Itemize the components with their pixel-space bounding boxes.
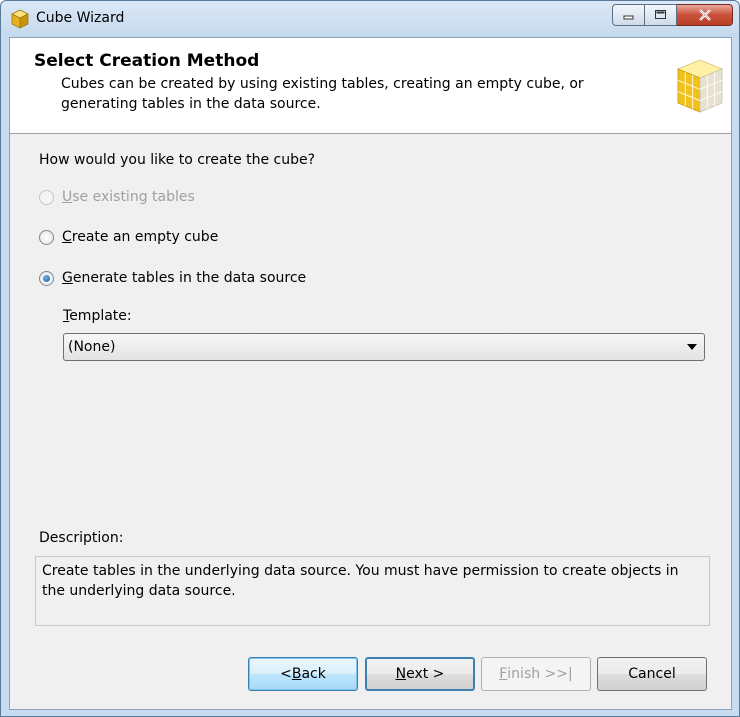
next-button-mnemonic: N — [395, 666, 407, 682]
option-create-empty-cube[interactable]: Create an empty cube — [39, 229, 218, 245]
next-button[interactable]: Next > — [365, 657, 475, 691]
cube-graphic-icon — [676, 59, 724, 113]
dropdown-arrow-icon — [687, 344, 697, 350]
close-icon — [698, 9, 711, 21]
template-label: Template: — [63, 308, 132, 324]
creation-question: How would you like to create the cube? — [39, 152, 316, 168]
finish-button-mnemonic: F — [499, 666, 508, 682]
page-description: Cubes can be created by using existing t… — [61, 76, 584, 112]
minimize-icon — [623, 15, 633, 20]
cube-wizard-window: Cube Wizard Select Creation Method Cubes… — [0, 0, 740, 717]
back-button-prefix: < — [280, 666, 292, 682]
minimize-button[interactable] — [612, 4, 645, 26]
close-button[interactable] — [677, 4, 733, 26]
maximize-icon — [654, 10, 666, 19]
back-button-label: ack — [301, 666, 326, 682]
option-use-existing-tables[interactable]: Use existing tables — [39, 189, 195, 205]
cancel-button[interactable]: Cancel — [597, 657, 707, 691]
option-generate-tables[interactable]: Generate tables in the data source — [39, 270, 306, 286]
description-label: Description: — [39, 530, 124, 546]
finish-button-label: inish >>| — [507, 666, 573, 682]
window-title: Cube Wizard — [36, 10, 125, 26]
maximize-button[interactable] — [645, 4, 677, 26]
cube-app-icon — [11, 9, 29, 29]
radio-use-existing-tables[interactable] — [39, 189, 54, 205]
template-selected-value: (None) — [68, 339, 116, 355]
finish-button[interactable]: Finish >>| — [481, 657, 591, 691]
title-bar[interactable]: Cube Wizard — [1, 1, 739, 37]
wizard-client-area: Select Creation Method Cubes can be crea… — [9, 37, 732, 710]
option-create-empty-label: Create an empty cube — [62, 229, 219, 245]
option-generate-tables-label: Generate tables in the data source — [62, 270, 307, 286]
radio-generate-tables[interactable] — [39, 270, 54, 286]
back-button[interactable]: < Back — [248, 657, 358, 691]
back-button-mnemonic: B — [291, 666, 302, 682]
description-box: Create tables in the underlying data sou… — [35, 556, 710, 626]
option-use-existing-label: Use existing tables — [62, 189, 195, 205]
cancel-button-label: Cancel — [628, 666, 676, 682]
next-button-label: ext > — [406, 666, 445, 682]
template-dropdown[interactable]: (None) — [63, 333, 705, 361]
wizard-header: Select Creation Method Cubes can be crea… — [10, 38, 731, 134]
radio-create-empty-cube[interactable] — [39, 229, 54, 245]
page-title: Select Creation Method — [34, 51, 260, 71]
